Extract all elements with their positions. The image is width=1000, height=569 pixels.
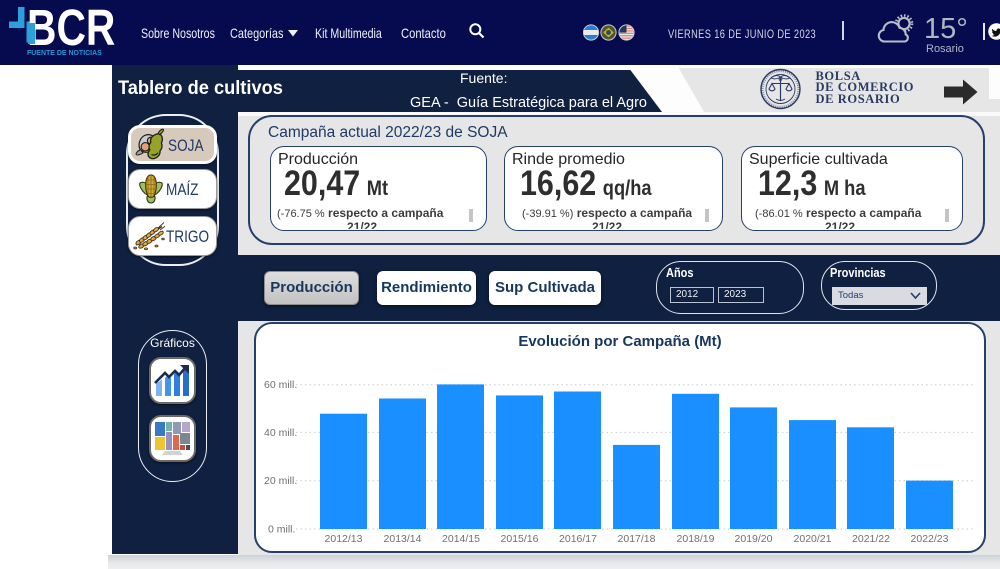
svg-text:2018/19: 2018/19	[677, 533, 715, 545]
svg-text:2014/15: 2014/15	[442, 533, 480, 545]
svg-text:2016/17: 2016/17	[559, 533, 597, 545]
svg-text:2015/16: 2015/16	[501, 533, 539, 545]
svg-text:60 mill.: 60 mill.	[264, 379, 297, 391]
svg-text:2020/21: 2020/21	[794, 533, 832, 545]
svg-text:40 mill.: 40 mill.	[264, 427, 297, 439]
svg-text:2022/23: 2022/23	[911, 533, 949, 545]
svg-text:2019/20: 2019/20	[735, 533, 773, 545]
svg-text:2017/18: 2017/18	[618, 533, 656, 545]
svg-text:20 mill.: 20 mill.	[264, 475, 297, 487]
svg-text:2012/13: 2012/13	[325, 533, 363, 545]
svg-text:0 mill.: 0 mill.	[268, 524, 295, 536]
svg-text:2013/14: 2013/14	[384, 533, 422, 545]
svg-text:2021/22: 2021/22	[852, 533, 890, 545]
